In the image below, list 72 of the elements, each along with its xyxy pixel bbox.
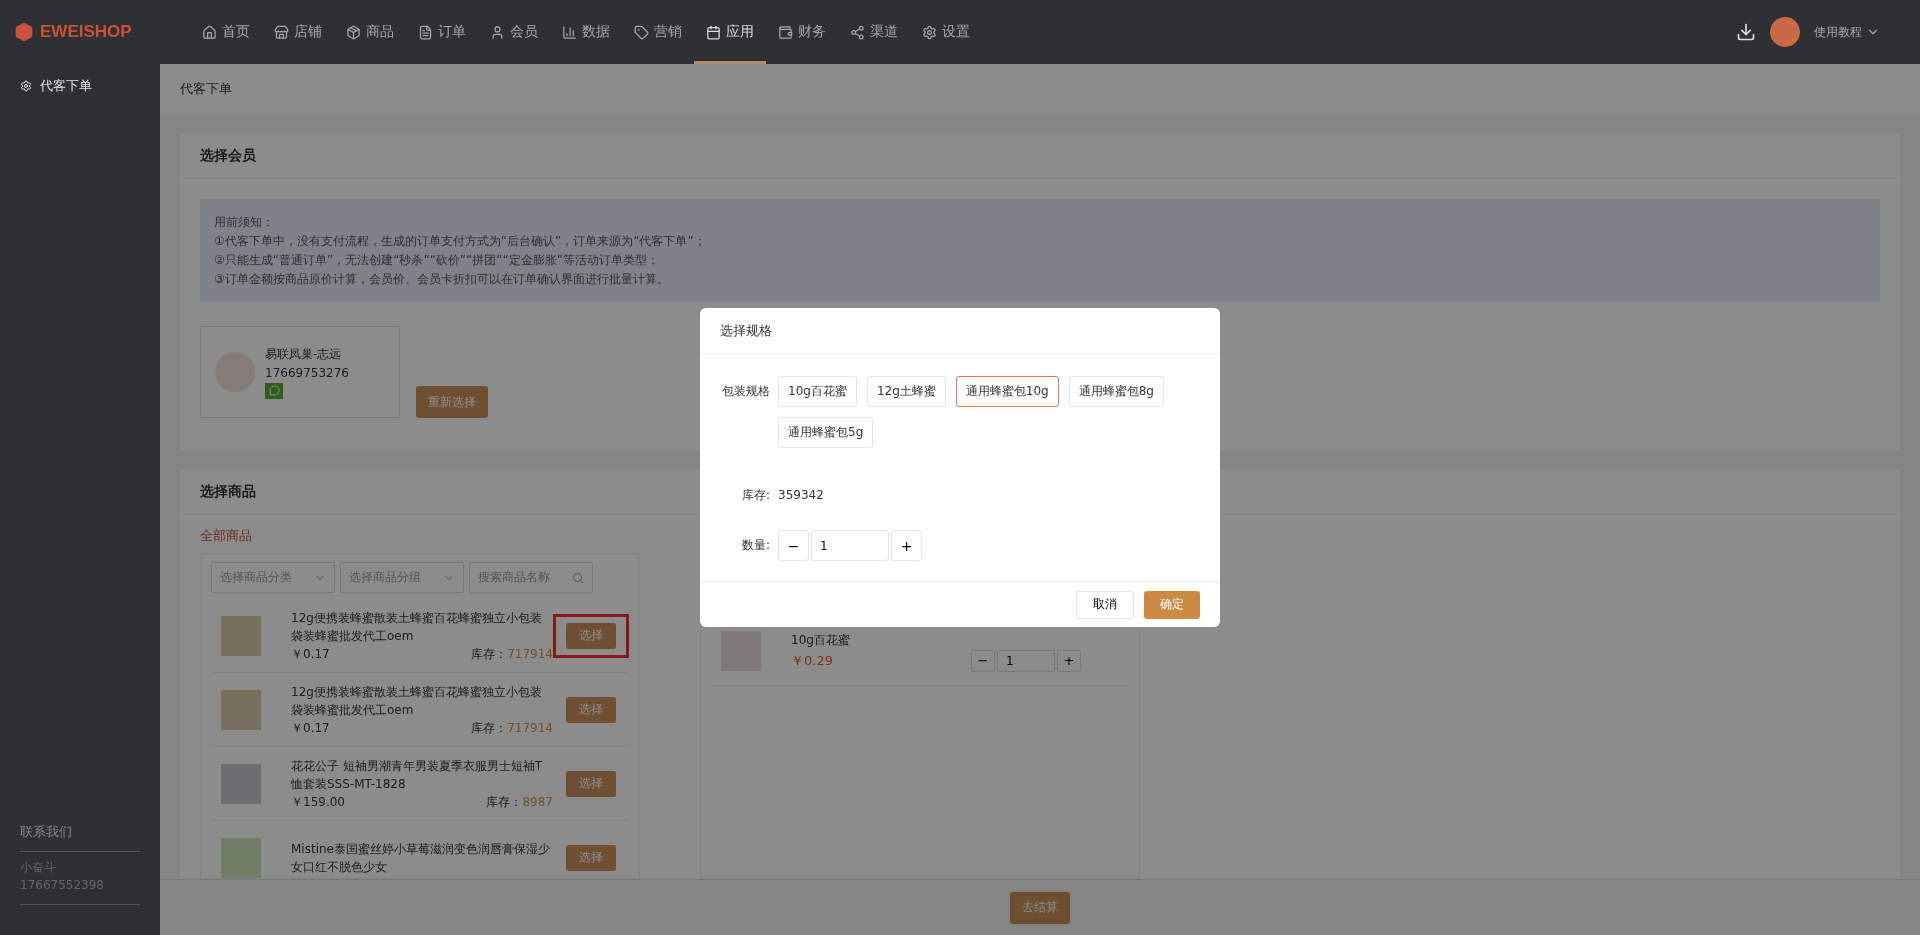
nav-tab[interactable]: 首页 <box>190 0 262 64</box>
tag-icon <box>634 24 649 40</box>
avatar[interactable] <box>1770 17 1800 47</box>
product-stock: 库存：8987 <box>486 793 553 811</box>
goods-tab[interactable]: 全部商品 <box>200 527 252 545</box>
product-name: 12g便携装蜂蜜散装土蜂蜜百花蜂蜜独立小包装袋装蜂蜜批发代工oem <box>291 683 543 719</box>
nav-tab[interactable]: 店铺 <box>262 0 334 64</box>
quantity-field[interactable]: 1 <box>811 530 889 561</box>
minus-button[interactable]: − <box>971 649 995 672</box>
minus-button[interactable]: − <box>778 530 809 561</box>
spec-option[interactable]: 通用蜂蜜包10g <box>955 376 1059 407</box>
stock-value: 359342 <box>778 487 824 504</box>
user-icon <box>490 24 505 40</box>
chart-icon <box>562 24 577 40</box>
spec-option[interactable]: 通用蜂蜜包5g <box>778 417 874 448</box>
spec-option[interactable]: 12g土蜂蜜 <box>866 376 946 407</box>
product-name: 花花公子 短袖男潮青年男装夏季衣服男士短袖T恤套装SSS-MT-1828 <box>291 757 544 793</box>
photo-placeholder <box>221 763 261 804</box>
store-icon <box>274 24 289 40</box>
product-stock: 库存：717914 <box>471 645 553 663</box>
photo-placeholder <box>221 689 261 730</box>
product-price: ￥0.17 <box>291 719 330 737</box>
spec-option[interactable]: 10g百花蜜 <box>778 376 857 407</box>
photo-placeholder <box>221 615 261 656</box>
stock-label: 库存: <box>740 487 770 504</box>
member-phone: 17669753276 <box>265 365 349 380</box>
download-icon[interactable] <box>1736 22 1756 42</box>
settings-icon <box>922 24 937 40</box>
wallet-icon <box>778 24 793 40</box>
quantity-label: 数量: <box>740 537 770 554</box>
section-title: 选择会员 <box>180 134 1900 179</box>
notice-line: ③订单金额按商品原价计算，会员价、会员卡折扣可以在订单确认界面进行批量计算。 <box>214 271 670 288</box>
home-icon <box>202 24 217 40</box>
member-name: 易联凤巢-志远 <box>265 345 343 363</box>
product-price: ￥0.17 <box>291 645 330 663</box>
gear-icon <box>20 80 32 92</box>
spec-option[interactable]: 通用蜂蜜包8g <box>1068 376 1164 407</box>
nav-tab[interactable]: 渠道 <box>838 0 910 64</box>
notice-line: ①代客下单中，没有支付流程，生成的订单支付方式为“后台确认”，订单来源为“代客下单”； <box>214 233 707 250</box>
calendar-icon <box>706 24 721 40</box>
plus-button[interactable]: + <box>891 530 922 561</box>
product-price: ￥159.00 <box>291 793 345 811</box>
logo: EWEISHOP <box>0 22 190 42</box>
nav-tab[interactable]: 订单 <box>406 0 478 64</box>
cancel-button[interactable]: 取消 <box>1076 590 1134 619</box>
box-icon <box>346 24 361 40</box>
product-price: ￥0.29 <box>791 651 834 670</box>
product-name: Mistine泰国蜜丝婷小草莓滋润变色润唇膏保湿少女口红不脱色少女 <box>291 840 551 876</box>
nav-tab[interactable]: 会员 <box>478 0 550 64</box>
notice-line: 用前须知： <box>214 214 275 231</box>
wechat-icon <box>265 382 283 399</box>
tutorial-menu[interactable]: 使用教程 <box>1814 23 1880 41</box>
share-icon <box>850 24 865 40</box>
nav-tab[interactable]: 财务 <box>766 0 838 64</box>
dialog-title: 选择规格 <box>700 308 1220 354</box>
breadcrumb: 代客下单 <box>160 64 1920 114</box>
notice-line: ②只能生成“普通订单”，无法创建“秒杀”“砍价”“拼团”“定金膨胀”等活动订单类型； <box>214 252 660 269</box>
nav-tab[interactable]: 数据 <box>550 0 622 64</box>
photo-placeholder <box>221 837 261 878</box>
nav-tab[interactable]: 设置 <box>910 0 982 64</box>
product-name: 10g百花蜜 <box>791 631 851 649</box>
product-name: 12g便携装蜂蜜散装土蜂蜜百花蜂蜜独立小包装袋装蜂蜜批发代工oem <box>291 609 543 645</box>
contact-title: 联系我们 <box>20 807 140 852</box>
quantity-field[interactable]: 1 <box>997 649 1055 672</box>
nav-tab[interactable]: 商品 <box>334 0 406 64</box>
nav-tab[interactable]: 营销 <box>622 0 694 64</box>
product-stock: 库存：717914 <box>471 719 553 737</box>
spec-label: 包装规格 <box>721 383 770 400</box>
sidebar-item[interactable]: 代客下单 <box>0 64 160 108</box>
document-icon <box>418 24 433 40</box>
search-icon <box>572 571 584 584</box>
plus-button[interactable]: + <box>1057 649 1081 672</box>
